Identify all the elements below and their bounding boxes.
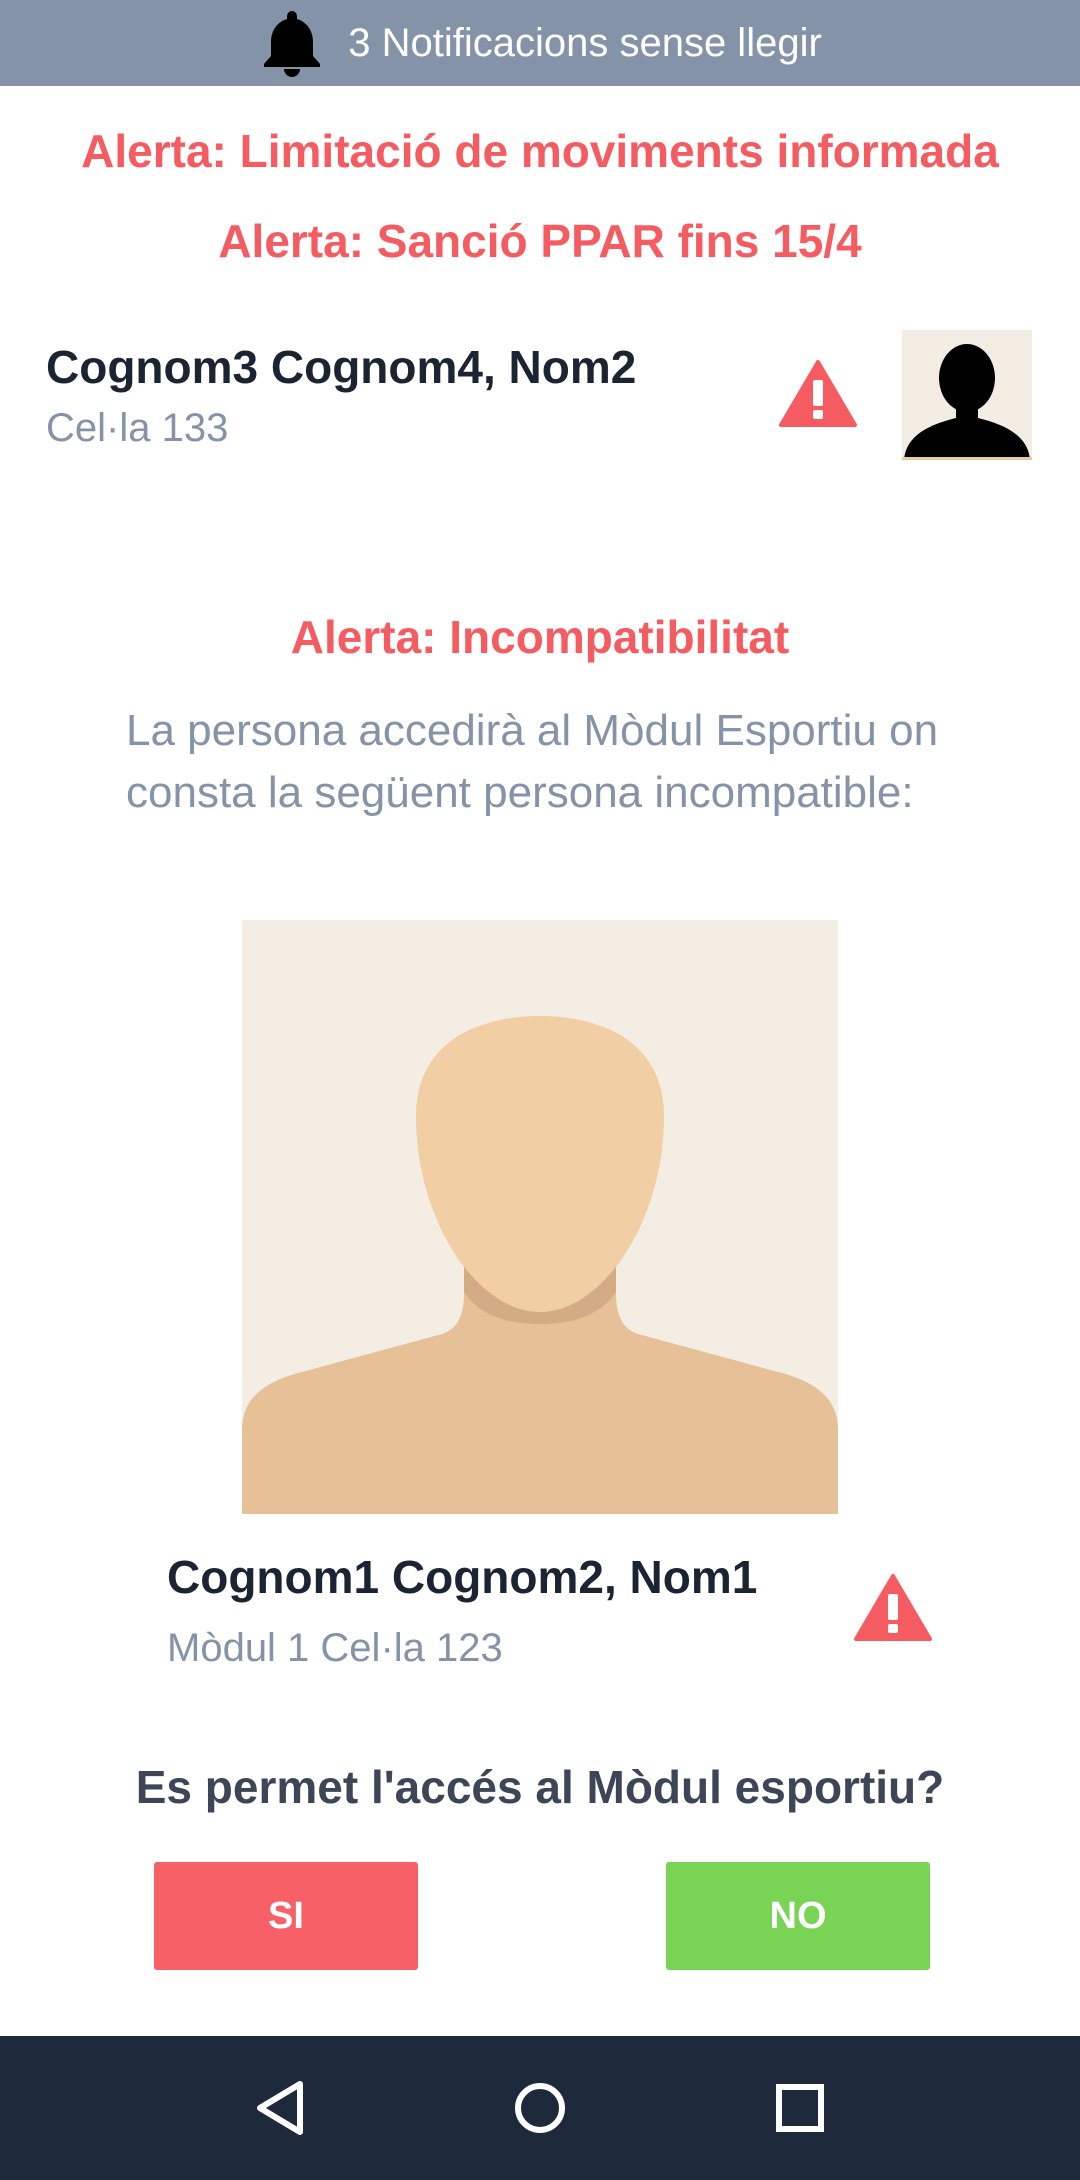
incompatible-person-card: Cognom1 Cognom2, Nom1 Mòdul 1 Cel·la 123 bbox=[167, 1550, 947, 1680]
recents-square-icon[interactable] bbox=[760, 2068, 840, 2148]
current-person-cell: Cel·la 133 bbox=[46, 406, 229, 450]
yes-button[interactable]: SI bbox=[154, 1862, 418, 1970]
incompatibility-description: La persona accedirà al Mòdul Esportiu on… bbox=[126, 706, 939, 817]
alert-sanction: Alerta: Sanció PPAR fins 15/4 bbox=[218, 215, 862, 267]
incompatible-person-name: Cognom1 Cognom2, Nom1 bbox=[167, 1551, 758, 1603]
back-triangle-icon[interactable] bbox=[240, 2068, 320, 2148]
warning-icon[interactable] bbox=[853, 1572, 933, 1642]
alert-incompatibility: Alerta: Incompatibilitat bbox=[290, 611, 790, 663]
incompatible-person-photo bbox=[242, 920, 838, 1514]
incompatible-person-location: Mòdul 1 Cel·la 123 bbox=[167, 1626, 503, 1670]
alert-movement-limitation: Alerta: Limitació de moviments informada bbox=[81, 125, 999, 177]
access-question: Es permet l'accés al Mòdul esportiu? bbox=[135, 1761, 945, 1813]
current-person-card: Cognom3 Cognom4, Nom2 Cel·la 133 bbox=[46, 330, 1032, 470]
no-button[interactable]: NO bbox=[666, 1862, 930, 1970]
current-person-name: Cognom3 Cognom4, Nom2 bbox=[46, 341, 637, 393]
home-circle-icon[interactable] bbox=[500, 2068, 580, 2148]
current-person-avatar bbox=[902, 330, 1032, 460]
warning-icon[interactable] bbox=[778, 358, 858, 428]
bell-icon bbox=[258, 9, 326, 77]
navigation-bar bbox=[0, 2036, 1080, 2180]
notification-bar[interactable]: 3 Notificacions sense llegir bbox=[0, 0, 1080, 86]
notification-text: 3 Notificacions sense llegir bbox=[348, 20, 822, 65]
